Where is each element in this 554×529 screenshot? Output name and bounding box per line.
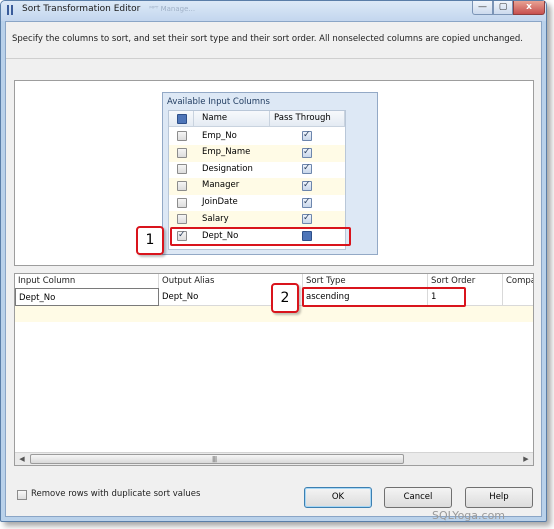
cancel-button[interactable]: Cancel	[384, 487, 452, 508]
highlight-box-2	[302, 287, 466, 307]
scroll-thumb[interactable]	[30, 454, 404, 464]
select-checkbox[interactable]	[177, 181, 187, 191]
select-checkbox[interactable]	[177, 198, 187, 208]
column-name: Emp_Name	[202, 147, 251, 157]
column-name: JoinDate	[202, 197, 238, 207]
comparison-header[interactable]: Compar	[503, 274, 533, 288]
remove-duplicates-checkbox[interactable]	[17, 490, 27, 500]
list-item[interactable]	[169, 178, 345, 195]
list-item[interactable]	[169, 195, 345, 212]
pass-through-checkbox[interactable]	[302, 180, 312, 191]
pass-through-checkbox[interactable]	[302, 213, 312, 224]
minimize-button[interactable]: —	[472, 1, 493, 15]
divider	[6, 58, 541, 59]
pass-through-checkbox[interactable]	[302, 130, 312, 141]
callout-badge-1: 1	[136, 226, 164, 255]
available-columns-title: Available Input Columns	[167, 97, 270, 107]
window-title: Sort Transformation Editor ᴹᴾᵀ Manage...	[22, 4, 196, 14]
column-name: Salary	[202, 214, 229, 224]
dialog-description: Specify the columns to sort, and set the…	[12, 34, 523, 44]
column-name: Emp_No	[202, 131, 237, 141]
help-button[interactable]: Help	[465, 487, 533, 508]
select-checkbox[interactable]	[177, 164, 187, 174]
select-all-header	[169, 111, 194, 127]
remove-duplicates-label[interactable]: Remove rows with duplicate sort values	[31, 489, 200, 499]
select-checkbox[interactable]	[177, 214, 187, 224]
sort-order-header[interactable]: Sort Order	[428, 274, 503, 288]
column-name: Manager	[202, 180, 240, 190]
highlight-box-1	[170, 227, 351, 246]
select-checkbox[interactable]	[177, 148, 187, 158]
comparison-cell[interactable]	[503, 288, 533, 306]
pass-through-checkbox[interactable]	[302, 147, 312, 158]
scroll-left-arrow-icon[interactable]: ◀	[15, 453, 29, 465]
app-icon	[7, 5, 13, 15]
input-column-cell[interactable]: Dept_No	[15, 288, 159, 306]
list-item[interactable]	[169, 161, 345, 178]
name-column-header[interactable]: Name	[194, 111, 270, 127]
scroll-grip-icon: ||||	[212, 456, 217, 463]
list-item[interactable]	[169, 128, 345, 145]
pass-through-checkbox[interactable]	[302, 197, 312, 208]
close-button[interactable]: x	[513, 1, 545, 15]
scroll-right-arrow-icon[interactable]: ▶	[519, 453, 533, 465]
select-all-checkbox[interactable]	[177, 114, 187, 124]
list-item[interactable]	[169, 211, 345, 228]
pass-through-checkbox[interactable]	[302, 163, 312, 174]
select-checkbox[interactable]	[177, 131, 187, 141]
ok-button[interactable]: OK	[304, 487, 372, 508]
window-title-blur: ᴹᴾᵀ Manage...	[149, 5, 196, 13]
list-item[interactable]	[169, 145, 345, 162]
pass-through-column-header[interactable]: Pass Through	[270, 111, 345, 127]
watermark: SQLYoga.com	[432, 509, 506, 522]
callout-badge-2: 2	[271, 283, 299, 313]
sort-type-header[interactable]: Sort Type	[303, 274, 428, 288]
maximize-button[interactable]: ▢	[493, 1, 513, 15]
input-column-header[interactable]: Input Column	[15, 274, 159, 288]
column-name: Designation	[202, 164, 253, 174]
